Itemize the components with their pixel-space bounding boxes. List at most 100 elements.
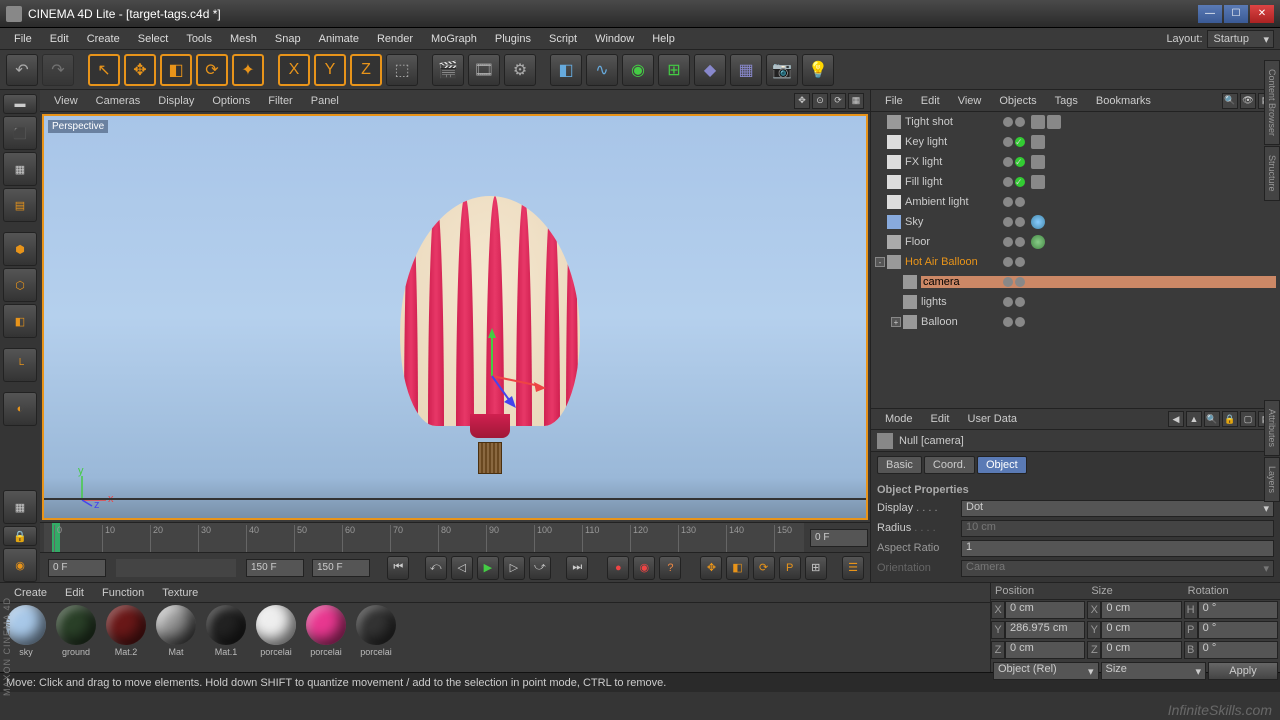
add-spline[interactable]: ∿ — [586, 54, 618, 86]
side-tab-content[interactable]: Content Browser — [1264, 60, 1280, 145]
x-axis-lock[interactable]: X — [278, 54, 310, 86]
menu-mesh[interactable]: Mesh — [222, 31, 265, 47]
vp-menu-view[interactable]: View — [46, 93, 86, 109]
coord-value-field[interactable]: 0 cm — [1101, 621, 1181, 639]
menu-tools[interactable]: Tools — [178, 31, 220, 47]
keyframe-sel[interactable]: ? — [659, 556, 681, 580]
redo-button[interactable]: ↷ — [42, 54, 74, 86]
visibility-dot[interactable] — [1003, 117, 1013, 127]
coord-value-field[interactable]: 0 cm — [1101, 641, 1181, 659]
move-tool[interactable]: ✥ — [124, 54, 156, 86]
material-ball[interactable] — [106, 605, 146, 645]
points-mode[interactable]: ⬢ — [3, 232, 37, 266]
visibility-dot[interactable] — [1015, 317, 1025, 327]
menu-render[interactable]: Render — [369, 31, 421, 47]
object-tree[interactable]: Tight shotKey light✓FX light✓Fill light✓… — [871, 112, 1280, 408]
coord-system[interactable]: ⬚ — [386, 54, 418, 86]
menu-select[interactable]: Select — [130, 31, 177, 47]
select-tool[interactable]: ↖ — [88, 54, 120, 86]
next-key[interactable]: ⤻ — [529, 556, 551, 580]
attr-new-icon[interactable]: ▢ — [1240, 411, 1256, 427]
visibility-dot[interactable] — [1003, 257, 1013, 267]
visibility-dot[interactable] — [1015, 257, 1025, 267]
undo-button[interactable]: ↶ — [6, 54, 38, 86]
tree-name[interactable]: Hot Air Balloon — [905, 256, 1276, 268]
scale-tool[interactable]: ◧ — [160, 54, 192, 86]
mat-menu-function[interactable]: Function — [94, 585, 152, 601]
snap-mode[interactable]: ◉ — [3, 548, 37, 582]
visibility-dot[interactable]: ✓ — [1015, 157, 1025, 167]
visibility-dot[interactable] — [1003, 177, 1013, 187]
visibility-dot[interactable] — [1003, 157, 1013, 167]
attr-menu-edit[interactable]: Edit — [923, 411, 958, 427]
menu-script[interactable]: Script — [541, 31, 585, 47]
obj-view-icon[interactable]: 👁 — [1240, 93, 1256, 109]
material-list[interactable]: skygroundMat.2MatMat.1porcelaiporcelaipo… — [0, 603, 990, 672]
tree-row-sky[interactable]: Sky — [871, 212, 1280, 232]
material-ball[interactable] — [56, 605, 96, 645]
tag-whitebox[interactable] — [1047, 115, 1061, 129]
tree-row-tight-shot[interactable]: Tight shot — [871, 112, 1280, 132]
model-mode[interactable]: ▬ — [3, 94, 37, 114]
add-cube[interactable]: ◧ — [550, 54, 582, 86]
objmgr-menu-view[interactable]: View — [950, 93, 990, 109]
tree-name[interactable]: Key light — [905, 136, 1276, 148]
menu-mograph[interactable]: MoGraph — [423, 31, 485, 47]
tree-row-hot-air-balloon[interactable]: - Hot Air Balloon — [871, 252, 1280, 272]
add-deformer[interactable]: ◆ — [694, 54, 726, 86]
key-pos[interactable]: ✥ — [700, 556, 722, 580]
visibility-dot[interactable] — [1003, 277, 1013, 287]
objmgr-menu-tags[interactable]: Tags — [1047, 93, 1086, 109]
material-porcelai[interactable]: porcelai — [252, 605, 300, 670]
record-button[interactable]: ● — [607, 556, 629, 580]
render-picture[interactable]: 🎞 — [468, 54, 500, 86]
range-end-field[interactable] — [246, 559, 304, 577]
frame-start-field[interactable] — [48, 559, 106, 577]
coord-value-field[interactable]: 0 cm — [1005, 601, 1085, 619]
material-ball[interactable] — [206, 605, 246, 645]
visibility-dot[interactable] — [1003, 197, 1013, 207]
render-view[interactable]: 🎬 — [432, 54, 464, 86]
menu-help[interactable]: Help — [644, 31, 683, 47]
minimize-button[interactable]: — — [1198, 5, 1222, 23]
timeline-open[interactable]: ☰ — [842, 556, 864, 580]
attr-tab-coord[interactable]: Coord. — [924, 456, 975, 474]
side-tab-structure[interactable]: Structure — [1264, 146, 1280, 201]
key-scale[interactable]: ◧ — [726, 556, 748, 580]
vp-menu-display[interactable]: Display — [150, 93, 202, 109]
tree-row-fx-light[interactable]: FX light✓ — [871, 152, 1280, 172]
vp-menu-options[interactable]: Options — [204, 93, 258, 109]
tag-target[interactable] — [1031, 135, 1045, 149]
polygons-mode[interactable]: ◧ — [3, 304, 37, 338]
coord-mode-select[interactable]: Object (Rel) — [993, 662, 1099, 680]
objmgr-menu-bookmarks[interactable]: Bookmarks — [1088, 93, 1159, 109]
menu-plugins[interactable]: Plugins — [487, 31, 539, 47]
tag-target[interactable] — [1031, 115, 1045, 129]
menu-create[interactable]: Create — [79, 31, 128, 47]
vp-menu-panel[interactable]: Panel — [303, 93, 347, 109]
vp-menu-filter[interactable]: Filter — [260, 93, 300, 109]
coord-value-field[interactable]: 0 ° — [1198, 621, 1278, 639]
play-button[interactable]: ▶ — [477, 556, 499, 580]
attr-search-icon[interactable]: 🔍 — [1204, 411, 1220, 427]
material-ball[interactable] — [256, 605, 296, 645]
add-environment[interactable]: ▦ — [730, 54, 762, 86]
side-tab-attributes[interactable]: Attributes — [1264, 400, 1280, 456]
tree-row-camera[interactable]: camera — [871, 272, 1280, 292]
workplane-mode[interactable]: ▤ — [3, 188, 37, 222]
tree-expander[interactable]: - — [875, 257, 885, 267]
visibility-dot[interactable] — [1003, 237, 1013, 247]
coord-value-field[interactable]: 0 cm — [1101, 601, 1181, 619]
add-nurbs[interactable]: ◉ — [622, 54, 654, 86]
add-light[interactable]: 💡 — [802, 54, 834, 86]
attr-back-icon[interactable]: ◀ — [1168, 411, 1184, 427]
material-porcelai[interactable]: porcelai — [302, 605, 350, 670]
visibility-dot[interactable] — [1003, 317, 1013, 327]
visibility-dot[interactable] — [1015, 217, 1025, 227]
layout-select[interactable]: Startup — [1207, 30, 1274, 48]
menu-edit[interactable]: Edit — [42, 31, 77, 47]
visibility-dot[interactable] — [1003, 137, 1013, 147]
display-select[interactable]: Dot — [961, 500, 1274, 517]
menu-snap[interactable]: Snap — [267, 31, 309, 47]
add-array[interactable]: ⊞ — [658, 54, 690, 86]
